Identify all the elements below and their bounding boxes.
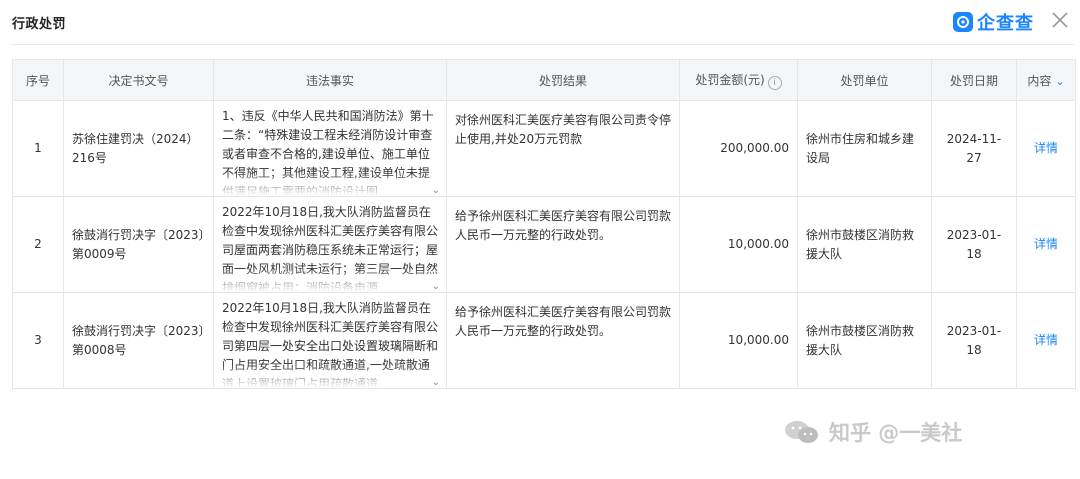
col-header-result: 处罚结果 (446, 59, 680, 101)
row-date: 2023-01-18 (931, 292, 1017, 389)
close-icon[interactable] (1050, 10, 1070, 30)
row-index: 1 (12, 100, 64, 197)
row-amount: 10,000.00 (679, 196, 798, 293)
row-date: 2024-11-27 (931, 100, 1017, 197)
row-doc-no: 徐鼓消行罚决字〔2023〕第0008号 (63, 292, 214, 389)
detail-link[interactable]: 详情 (1034, 141, 1058, 155)
page-header: 行政处罚 企查查 (0, 0, 1080, 44)
amount-header-label: 处罚金额(元) (695, 72, 765, 87)
col-header-doc-no: 决定书文号 (63, 59, 214, 101)
brand: 企查查 (953, 9, 1034, 35)
double-chevron-down-icon[interactable]: ⌄ (1055, 75, 1064, 88)
row-index: 2 (12, 196, 64, 293)
row-violation: 2022年10月18日,我大队消防监督员在检查中发现徐州医科汇美医疗美容有限公司… (213, 196, 447, 293)
col-header-index: 序号 (12, 59, 64, 101)
row-unit: 徐州市鼓楼区消防救援大队 (797, 196, 932, 293)
row-amount: 200,000.00 (679, 100, 798, 197)
row-unit: 徐州市鼓楼区消防救援大队 (797, 292, 932, 389)
page-title: 行政处罚 (12, 17, 67, 32)
row-result: 给予徐州医科汇美医疗美容有限公司罚款人民币一万元整的行政处罚。 (446, 196, 680, 293)
row-violation: 1、违反《中华人民共和国消防法》第十二条：“特殊建设工程未经消防设计审查或者审查… (213, 100, 447, 197)
penalty-table: 序号 决定书文号 违法事实 处罚结果 处罚金额(元) i 处罚单位 处罚日期 内容… (12, 59, 1076, 389)
row-unit: 徐州市住房和城乡建设局 (797, 100, 932, 197)
col-header-date: 处罚日期 (931, 59, 1017, 101)
detail-link[interactable]: 详情 (1034, 237, 1058, 251)
row-date: 2023-01-18 (931, 196, 1017, 293)
col-header-violation: 违法事实 (213, 59, 447, 101)
row-result: 给予徐州医科汇美医疗美容有限公司罚款人民币一万元整的行政处罚。 (446, 292, 680, 389)
qcc-logo-icon (953, 12, 973, 32)
table-row: 2 徐鼓消行罚决字〔2023〕第0009号 2022年10月18日,我大队消防监… (12, 196, 1076, 293)
watermark-text: 知乎 @一美社 (829, 421, 963, 445)
table-header-row: 序号 决定书文号 违法事实 处罚结果 处罚金额(元) i 处罚单位 处罚日期 内容… (12, 59, 1076, 101)
row-result: 对徐州医科汇美医疗美容有限公司责令停止使用,并处20万元罚款 (446, 100, 680, 197)
table-row: 3 徐鼓消行罚决字〔2023〕第0008号 2022年10月18日,我大队消防监… (12, 292, 1076, 389)
col-header-unit: 处罚单位 (797, 59, 932, 101)
detail-link[interactable]: 详情 (1034, 333, 1058, 347)
row-doc-no: 徐鼓消行罚决字〔2023〕第0009号 (63, 196, 214, 293)
row-detail-cell: 详情 (1016, 292, 1076, 389)
content-header-label: 内容 (1027, 73, 1052, 88)
row-amount: 10,000.00 (679, 292, 798, 389)
col-header-content[interactable]: 内容 ⌄ (1016, 59, 1076, 101)
row-detail-cell: 详情 (1016, 100, 1076, 197)
info-icon[interactable]: i (767, 75, 782, 90)
expand-chevron-icon[interactable]: ⌄ (432, 378, 438, 388)
row-violation: 2022年10月18日,我大队消防监督员在检查中发现徐州医科汇美医疗美容有限公司… (213, 292, 447, 389)
col-header-amount: 处罚金额(元) i (679, 59, 798, 101)
wechat-icon (785, 421, 818, 443)
row-index: 3 (12, 292, 64, 389)
header-divider (12, 44, 1074, 45)
brand-name: 企查查 (977, 13, 1034, 34)
row-detail-cell: 详情 (1016, 196, 1076, 293)
expand-chevron-icon[interactable]: ⌄ (432, 186, 438, 196)
row-doc-no: 苏徐住建罚决（2024）216号 (63, 100, 214, 197)
watermark: 知乎 @一美社 (783, 417, 962, 447)
table-row: 1 苏徐住建罚决（2024）216号 1、违反《中华人民共和国消防法》第十二条：… (12, 100, 1076, 197)
expand-chevron-icon[interactable]: ⌄ (432, 282, 438, 292)
